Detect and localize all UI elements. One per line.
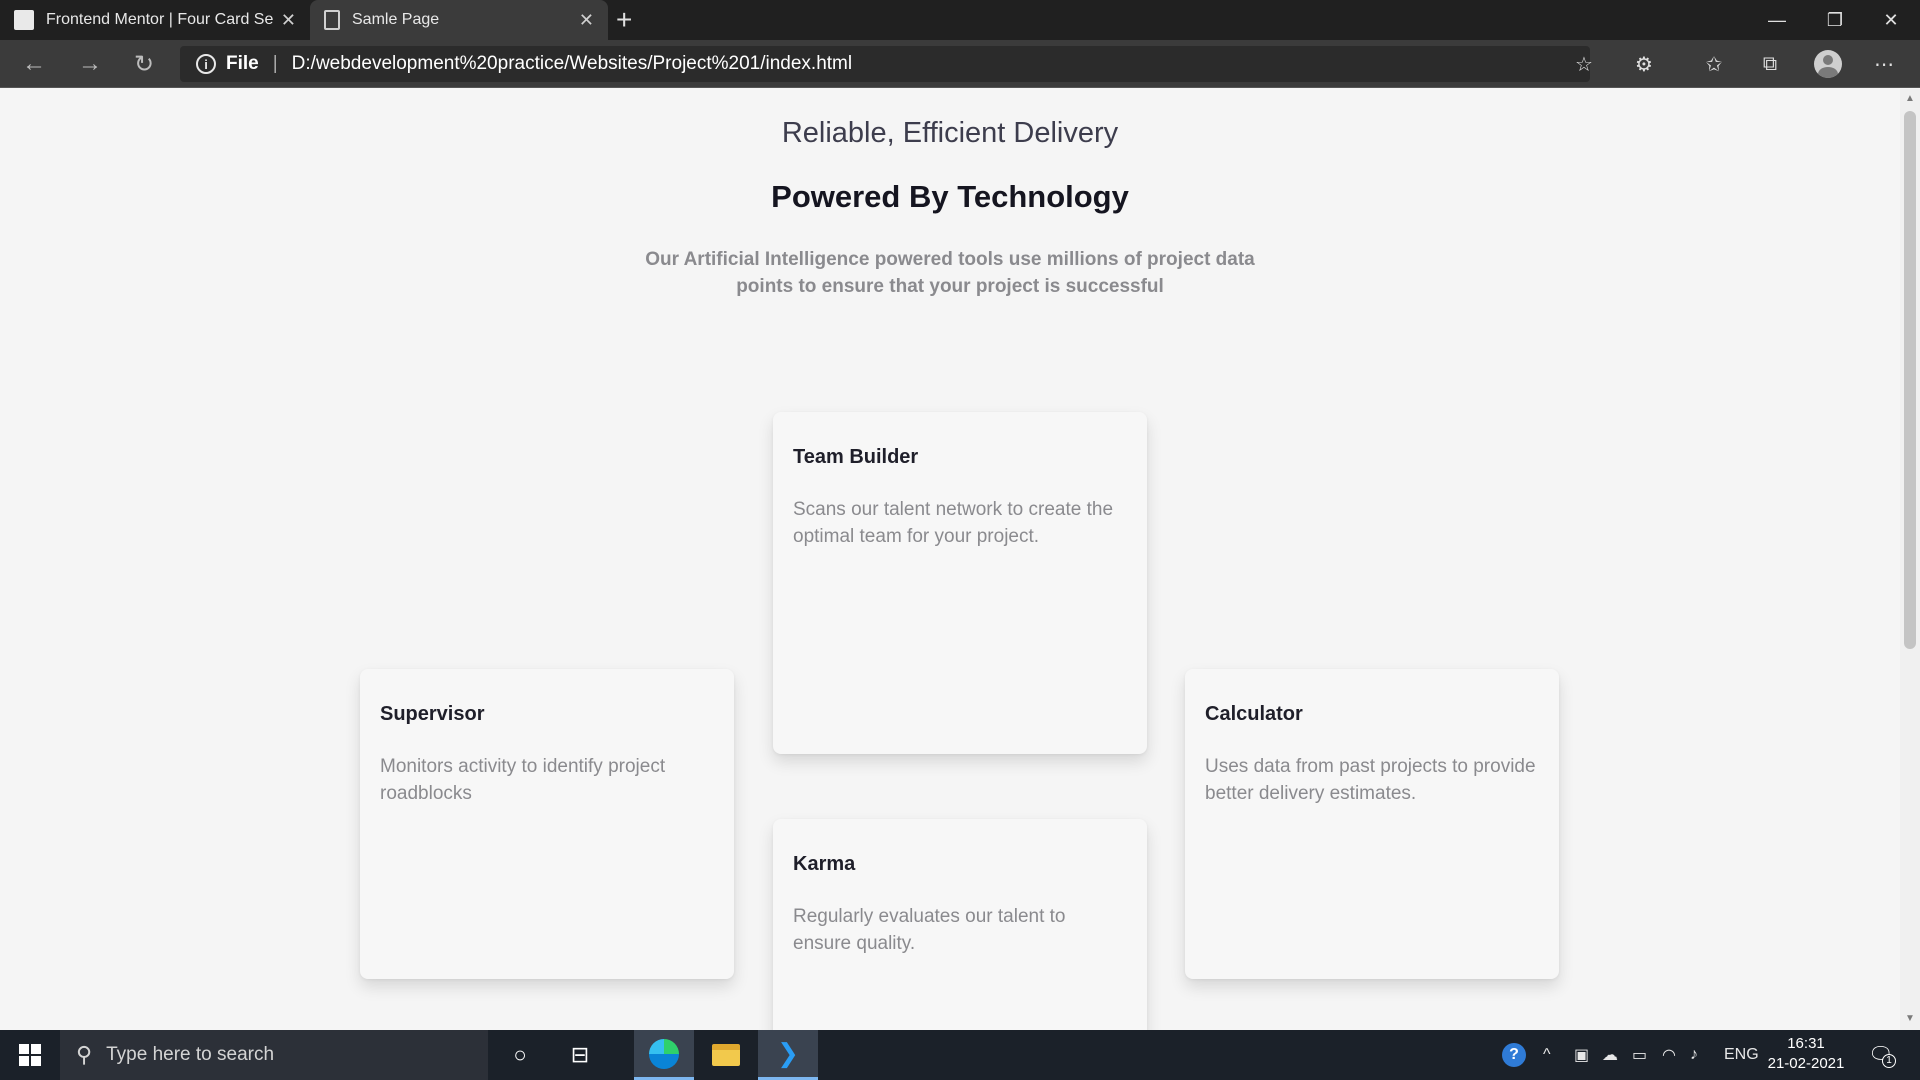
refresh-icon[interactable]: ↻ [124, 48, 164, 80]
notification-center-icon[interactable]: 🗨 1 [1868, 1042, 1896, 1068]
help-icon: ? [1502, 1043, 1526, 1067]
arrow-left-icon[interactable]: ← [14, 48, 54, 80]
battery-icon[interactable]: ▭ [1632, 1030, 1647, 1080]
info-icon[interactable]: i [196, 54, 216, 74]
address-separator: | [272, 53, 278, 74]
card-text: Monitors activity to identify project ro… [380, 756, 666, 804]
minimize-icon[interactable]: — [1748, 0, 1806, 40]
tab-title: Samle Page [352, 11, 440, 28]
scroll-up-icon[interactable]: ▲ [1905, 93, 1915, 104]
help-tray-button[interactable]: ? [1502, 1030, 1526, 1080]
url-text[interactable]: D:/webdevelopment%20practice/Websites/Pr… [292, 53, 852, 75]
edge-icon [649, 1038, 679, 1069]
onedrive-icon[interactable]: ☁ [1602, 1030, 1618, 1080]
star-plus-icon[interactable]: ☆ [1568, 50, 1600, 78]
clock-time: 16:31 [1787, 1035, 1825, 1052]
card-supervisor: Supervisor Monitors activity to identify… [360, 669, 734, 979]
show-hidden-icons-icon[interactable]: ^ [1543, 1030, 1551, 1080]
edge-taskbar-button[interactable] [634, 1030, 694, 1080]
window-close-icon[interactable]: ✕ [1862, 0, 1920, 40]
profile-icon[interactable] [1814, 50, 1842, 78]
frontend-mentor-favicon-icon [14, 10, 34, 30]
browser-tab-bar: Frontend Mentor | Four Card Sec ✕ Samle … [0, 0, 1920, 40]
arrow-right-icon[interactable]: → [70, 48, 110, 80]
card-team-builder: Team Builder Scans our talent network to… [773, 412, 1147, 754]
headline-bold: Powered By Technology [771, 179, 1129, 214]
windows-logo-icon [19, 1044, 41, 1066]
task-view-icon[interactable]: ⊟ [550, 1030, 610, 1080]
vscode-taskbar-button[interactable]: ❯ [758, 1030, 818, 1080]
taskbar-search-input[interactable]: ⚲ Type here to search [60, 1030, 488, 1080]
scheme-label: File [226, 53, 259, 74]
taskbar-clock[interactable]: 16:31 21-02-2021 [1766, 1034, 1846, 1074]
vertical-scrollbar[interactable]: ▲ ▼ [1900, 89, 1920, 1030]
tab-samle-page[interactable]: Samle Page ✕ [310, 0, 608, 40]
page-icon [324, 10, 340, 30]
more-icon[interactable]: ⋯ [1868, 50, 1900, 78]
vscode-icon: ❯ [777, 1038, 799, 1068]
close-tab-icon[interactable]: ✕ [579, 10, 594, 31]
cortana-icon[interactable]: ○ [490, 1030, 550, 1080]
wifi-icon[interactable]: ◠ [1662, 1030, 1676, 1080]
extension-icon[interactable]: ⚙ [1628, 50, 1660, 78]
search-icon: ⚲ [76, 1042, 93, 1067]
card-title: Supervisor [380, 703, 485, 725]
close-tab-icon[interactable]: ✕ [281, 10, 296, 31]
address-bar[interactable]: i File | D:/webdevelopment%20practice/We… [180, 46, 1590, 82]
tab-frontend-mentor[interactable]: Frontend Mentor | Four Card Sec ✕ [0, 0, 310, 40]
restore-icon[interactable]: ❐ [1806, 0, 1864, 40]
search-placeholder: Type here to search [106, 1044, 275, 1065]
new-tab-icon[interactable]: + [616, 4, 632, 36]
card-text: Scans our talent network to create the o… [793, 499, 1114, 547]
windows-taskbar: ⚲ Type here to search ○ ⊟ ❯ ? ^ ▣ ☁ ▭ ◠ … [0, 1030, 1920, 1080]
card-title: Team Builder [793, 446, 919, 468]
file-explorer-taskbar-button[interactable] [696, 1030, 756, 1080]
card-karma: Karma Regularly evaluates our talent to … [773, 819, 1147, 1030]
volume-icon[interactable]: ♪ [1690, 1030, 1698, 1080]
headline-light: Reliable, Efficient Delivery [781, 117, 1119, 149]
browser-toolbar: ← → ↻ i File | D:/webdevelopment%20pract… [0, 40, 1920, 88]
notification-count: 1 [1882, 1054, 1896, 1068]
scrollbar-thumb[interactable] [1904, 111, 1916, 649]
tab-title: Frontend Mentor | Four Card Sec [46, 11, 273, 28]
card-title: Calculator [1205, 703, 1303, 725]
card-title: Karma [793, 853, 856, 875]
card-text: Regularly evaluates our talent to ensure… [793, 906, 1066, 954]
clock-date: 21-02-2021 [1767, 1055, 1845, 1072]
scroll-down-icon[interactable]: ▼ [1905, 1013, 1915, 1024]
favorites-icon[interactable]: ✩ [1698, 50, 1730, 78]
intro-description: Our Artificial Intelligence powered tool… [645, 249, 1255, 297]
language-indicator[interactable]: ENG [1724, 1030, 1759, 1080]
card-calculator: Calculator Uses data from past projects … [1185, 669, 1559, 979]
device-icon[interactable]: ▣ [1574, 1030, 1589, 1080]
card-text: Uses data from past projects to provide … [1205, 756, 1536, 804]
collections-icon[interactable]: ⧉ [1754, 50, 1786, 78]
file-explorer-icon [712, 1044, 740, 1066]
start-button[interactable] [0, 1030, 60, 1080]
page-viewport: Reliable, Efficient Delivery Powered By … [0, 89, 1900, 1030]
